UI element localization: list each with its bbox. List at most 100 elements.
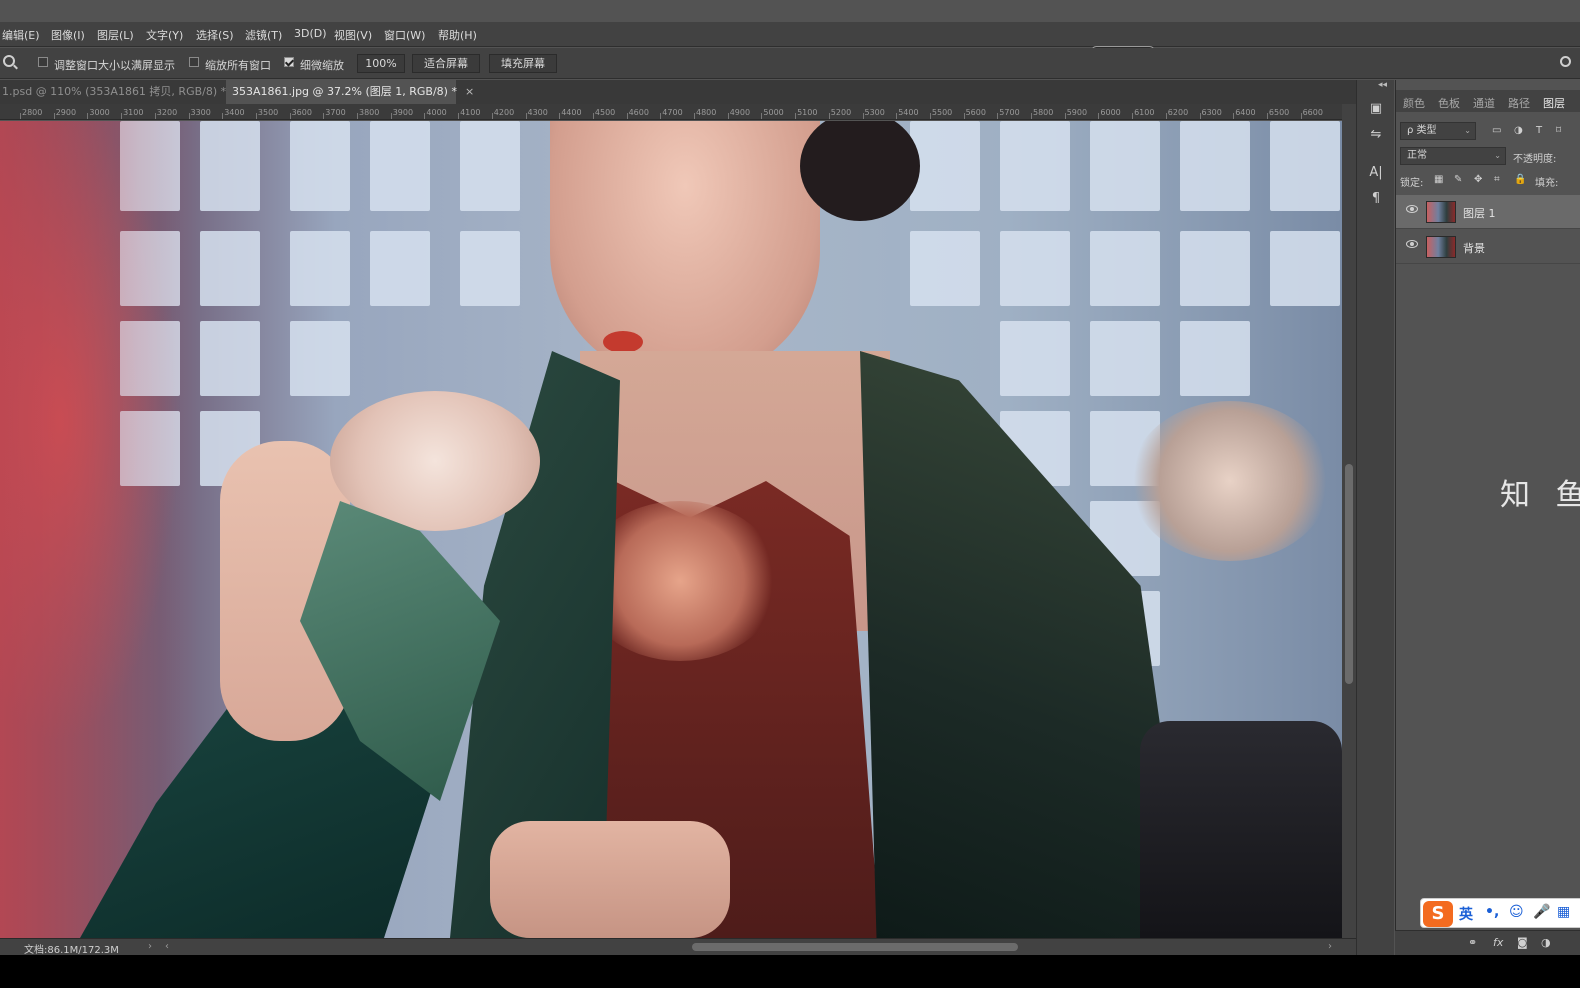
- lips: [603, 331, 643, 353]
- tab-paths[interactable]: 路径: [1508, 95, 1530, 111]
- zoom-all-checkbox[interactable]: [189, 57, 199, 67]
- ruler-tick: [87, 113, 89, 119]
- paragraph-icon[interactable]: ¶: [1367, 190, 1385, 208]
- hair-bun: [800, 121, 920, 221]
- menu-bar: 编辑(E) 图像(I) 图层(L) 文字(Y) 选择(S) 滤镜(T) 3D(D…: [0, 22, 1580, 57]
- scroll-thumb[interactable]: [1345, 464, 1353, 684]
- lock-position-icon[interactable]: ✥: [1474, 174, 1482, 185]
- zoom-100-button[interactable]: 100%: [357, 54, 405, 73]
- layer-filter-select[interactable]: ρ 类型 ⌄: [1400, 122, 1476, 140]
- character-icon[interactable]: A|: [1367, 164, 1385, 182]
- close-icon[interactable]: ×: [465, 85, 474, 98]
- window-pane: [1000, 231, 1070, 306]
- document-size: 文档:86.1M/172.3M: [24, 945, 119, 956]
- panel-search-icon[interactable]: [1560, 56, 1571, 67]
- tab-layers[interactable]: 图层: [1543, 95, 1565, 111]
- resize-windows-checkbox[interactable]: [38, 57, 48, 67]
- fx-icon[interactable]: fx: [1493, 936, 1503, 949]
- ruler-tick: [458, 113, 460, 119]
- ime-emoji-icon[interactable]: ☺: [1509, 904, 1524, 920]
- tab-353a1861-jpg[interactable]: 353A1861.jpg @ 37.2% (图层 1, RGB/8) * ×: [226, 80, 474, 104]
- ruler-tick-label: 4500: [594, 108, 616, 117]
- scroll-right-arrow[interactable]: ›: [1328, 941, 1332, 952]
- ruler-tick-label: 5300: [864, 108, 885, 117]
- shape-filter-icon[interactable]: ⌑: [1556, 125, 1561, 136]
- menu-view[interactable]: 视图(V): [334, 27, 372, 43]
- ruler-tick-label: 3600: [291, 108, 312, 117]
- status-menu-arrow[interactable]: ›: [148, 941, 152, 952]
- background-peony: [1130, 401, 1330, 561]
- window-pane: [200, 321, 260, 396]
- menu-3d[interactable]: 3D(D): [294, 27, 327, 40]
- horizontal-scroll-thumb[interactable]: [692, 943, 1018, 951]
- window-pane: [1180, 321, 1250, 396]
- image-canvas[interactable]: [0, 121, 1342, 938]
- ruler-tick-label: 4200: [493, 108, 515, 117]
- ime-toolbar[interactable]: S 英 •, ☺ 🎤 ▦: [1420, 898, 1580, 928]
- ime-lang[interactable]: 英: [1459, 904, 1473, 924]
- menu-layer[interactable]: 图层(L): [97, 27, 134, 43]
- visibility-eye-icon[interactable]: [1406, 240, 1418, 248]
- zoom-all-label: 缩放所有窗口: [205, 59, 271, 72]
- blend-mode-select[interactable]: 正常 ⌄: [1400, 147, 1506, 165]
- ruler-tick-label: 5400: [898, 108, 919, 117]
- fill-screen-button[interactable]: 填充屏幕: [489, 54, 557, 73]
- photoshop-window: 编辑(E) 图像(I) 图层(L) 文字(Y) 选择(S) 滤镜(T) 3D(D…: [0, 0, 1580, 988]
- ime-punct-icon[interactable]: •,: [1485, 904, 1499, 920]
- search-icon-handle: [13, 64, 18, 70]
- add-mask-icon[interactable]: ◙: [1517, 936, 1528, 949]
- link-layers-icon[interactable]: ⚭: [1468, 936, 1477, 949]
- ruler-tick-label: 4700: [662, 108, 683, 117]
- history-icon[interactable]: ▣: [1367, 100, 1385, 118]
- ime-toolbox-icon[interactable]: ▦: [1557, 904, 1570, 920]
- window-pane: [200, 121, 260, 211]
- menu-window[interactable]: 窗口(W): [384, 27, 425, 43]
- layer-row-background[interactable]: 背景: [1396, 230, 1580, 264]
- lock-all-icon[interactable]: 🔒: [1514, 174, 1526, 185]
- visibility-eye-icon[interactable]: [1406, 205, 1418, 213]
- horizontal-ruler: 2800 2900 3000 3100 3200 3300 3400 3500 3600 3700…: [0, 104, 1342, 120]
- window-pane: [290, 321, 350, 396]
- adjustment-layer-icon[interactable]: ◑: [1541, 936, 1551, 949]
- tab-label: 353A1861.jpg @ 37.2% (图层 1, RGB/8) *: [232, 85, 457, 98]
- pixel-filter-icon[interactable]: ▭: [1492, 125, 1501, 136]
- ruler-tick: [963, 113, 965, 119]
- ruler-tick-label: 4000: [426, 108, 447, 117]
- ime-voice-icon[interactable]: 🎤: [1533, 904, 1550, 920]
- ruler-tick-label: 3400: [224, 108, 245, 117]
- lock-transparent-icon[interactable]: ▦: [1434, 174, 1443, 185]
- scrubby-zoom-checkbox[interactable]: [284, 57, 294, 67]
- menu-filter[interactable]: 滤镜(T): [245, 27, 282, 43]
- window-pane: [1090, 231, 1160, 306]
- tab-color[interactable]: 颜色: [1403, 95, 1425, 111]
- sogou-logo-icon: S: [1423, 901, 1453, 927]
- menu-type[interactable]: 文字(Y): [146, 27, 183, 43]
- ruler-tick: [121, 113, 123, 119]
- type-filter-icon[interactable]: T: [1536, 125, 1542, 136]
- scroll-left-arrow[interactable]: ‹: [165, 941, 169, 952]
- ruler-tick-label: 4100: [460, 108, 481, 117]
- ruler-tick: [491, 113, 493, 119]
- options-bar: 调整窗口大小以满屏显示 缩放所有窗口 细微缩放 100% 适合屏幕 填充屏幕: [0, 48, 1580, 79]
- vertical-scrollbar[interactable]: [1342, 104, 1356, 938]
- menu-select[interactable]: 选择(S): [196, 27, 234, 43]
- fit-screen-button[interactable]: 适合屏幕: [412, 54, 480, 73]
- collapse-panels-icon[interactable]: ◂◂: [1378, 80, 1387, 90]
- tab-swatches[interactable]: 色板: [1438, 95, 1460, 111]
- panel-tabs: 颜色 色板 通道 路径 图层: [1396, 90, 1580, 112]
- ruler-tick: [1098, 113, 1100, 119]
- adjustment-filter-icon[interactable]: ◑: [1514, 125, 1523, 136]
- lock-brush-icon[interactable]: ✎: [1454, 174, 1462, 185]
- ruler-tick: [390, 113, 392, 119]
- tab-label: 1.psd @ 110% (353A1861 拷贝, RGB/8) *: [2, 85, 227, 98]
- ruler-tick-label: 6600: [1302, 108, 1323, 117]
- menu-help[interactable]: 帮助(H): [438, 27, 477, 43]
- menu-image[interactable]: 图像(I): [51, 27, 85, 43]
- tab-channels[interactable]: 通道: [1473, 95, 1495, 111]
- lock-artboard-icon[interactable]: ⌗: [1494, 174, 1500, 185]
- layer-row-1[interactable]: 图层 1: [1396, 195, 1580, 229]
- tab-1-psd[interactable]: 1.psd @ 110% (353A1861 拷贝, RGB/8) *×: [0, 80, 243, 104]
- menu-edit[interactable]: 编辑(E): [2, 27, 40, 43]
- window-pane: [290, 121, 350, 211]
- properties-icon[interactable]: ⇋: [1367, 126, 1385, 144]
